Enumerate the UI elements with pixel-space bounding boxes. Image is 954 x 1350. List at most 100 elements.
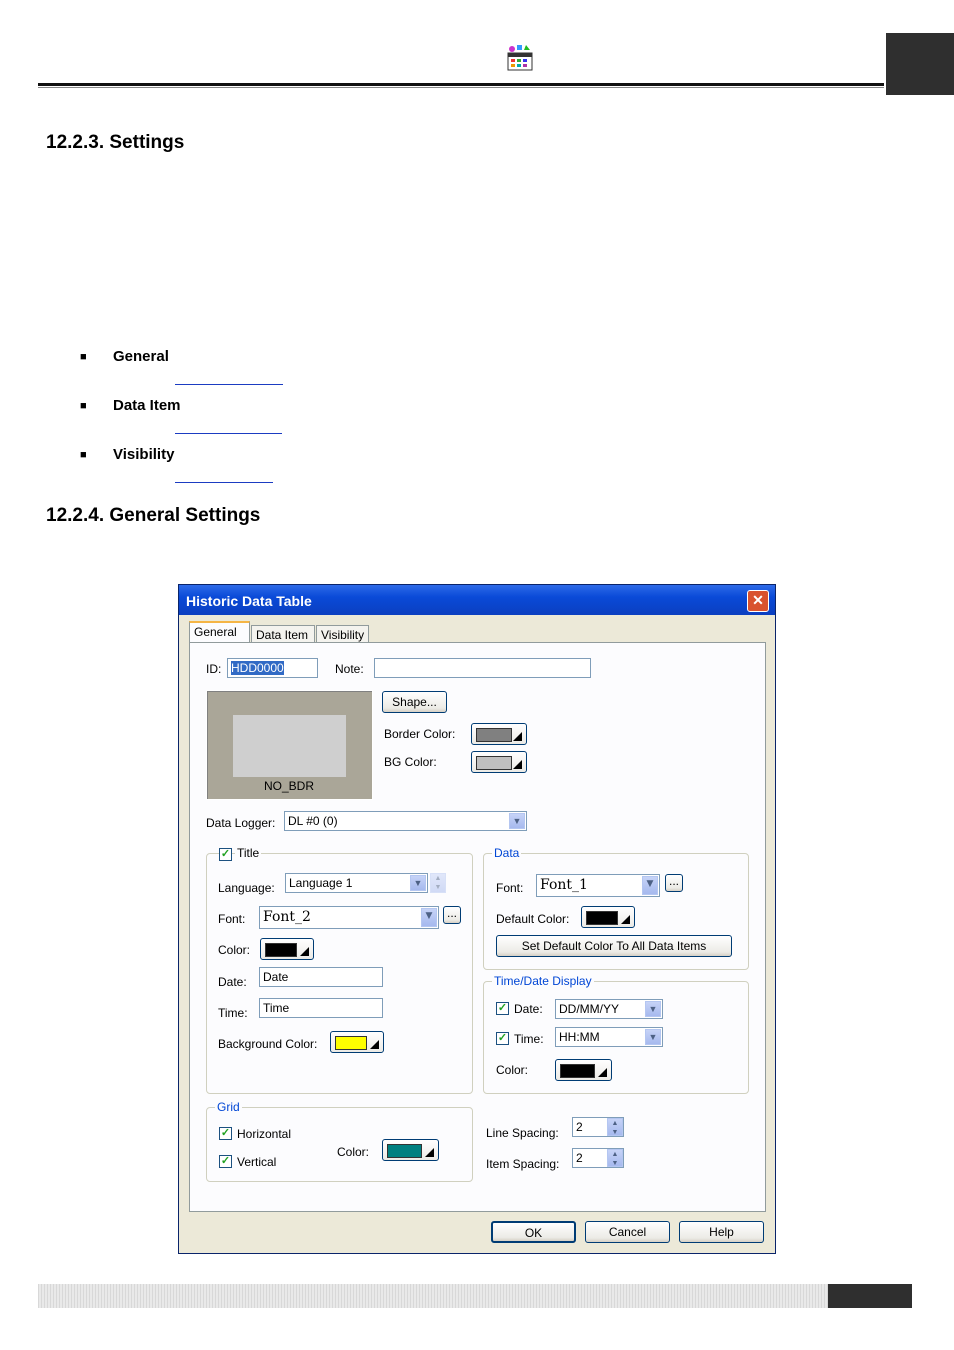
bg-color-swatch: [476, 756, 512, 770]
shape-preview: NO_BDR: [206, 690, 373, 800]
title-font-browse-button[interactable]: ...: [443, 906, 461, 924]
date-display-checkbox[interactable]: ✓: [496, 1002, 509, 1015]
border-color-swatch: [476, 728, 512, 742]
default-color-label: Default Color:: [496, 912, 570, 926]
title-group: ✓ Title Language: Language 1 ▼ ▲ ▼ Font: …: [206, 846, 473, 1094]
link-general[interactable]: [175, 384, 283, 385]
data-font-select[interactable]: Font_1 ▼: [536, 874, 660, 897]
set-default-color-button[interactable]: Set Default Color To All Data Items: [496, 935, 732, 957]
chevron-down-icon: ▼: [645, 1029, 661, 1045]
title-color-label: Color:: [218, 943, 251, 957]
data-logger-select[interactable]: DL #0 (0) ▼: [284, 811, 527, 831]
data-font-browse-button[interactable]: ...: [665, 874, 683, 892]
dropdown-triangle-icon: [425, 1148, 434, 1157]
time-display-label: Time:: [514, 1032, 544, 1046]
dropdown-triangle-icon: [370, 1040, 379, 1049]
time-label: Time:: [218, 1006, 248, 1020]
preview-label: NO_BDR: [264, 779, 315, 793]
time-format-select[interactable]: HH:MM ▼: [555, 1027, 663, 1047]
help-button[interactable]: Help: [679, 1221, 764, 1243]
bullet-visibility: Visibility: [113, 446, 175, 463]
border-color-button[interactable]: [471, 723, 527, 745]
chevron-down-icon: ▼: [645, 1001, 661, 1017]
title-font-label: Font:: [218, 912, 246, 926]
header-tab-block: [886, 33, 954, 95]
time-date-color-button[interactable]: [555, 1059, 612, 1081]
time-display-checkbox[interactable]: ✓: [496, 1032, 509, 1045]
link-data-item[interactable]: [175, 433, 282, 434]
grid-group: Grid ✓ Horizontal ✓ Vertical Color:: [206, 1100, 473, 1182]
title-checkbox[interactable]: ✓: [219, 848, 232, 861]
cancel-button[interactable]: Cancel: [585, 1221, 670, 1243]
chevron-down-icon: ▼: [509, 813, 525, 829]
line-spacing-field[interactable]: 2 ▲ ▼: [572, 1117, 624, 1137]
time-date-group-legend: Time/Date Display: [492, 974, 594, 988]
grid-color-swatch: [387, 1144, 422, 1158]
id-field[interactable]: HDD0000: [227, 658, 318, 678]
chevron-down-icon: ▼: [642, 876, 658, 895]
language-spinner[interactable]: ▲ ▼: [430, 873, 446, 893]
dialog-title: Historic Data Table: [186, 593, 312, 609]
dropdown-triangle-icon: [513, 760, 522, 769]
historic-data-table-dialog: Historic Data Table ✕ General Data Item …: [178, 584, 776, 1254]
date-label: Date:: [218, 975, 247, 989]
item-spacing-label: Item Spacing:: [486, 1157, 560, 1171]
title-bg-color-button[interactable]: [330, 1031, 384, 1053]
data-group-legend: Data: [492, 846, 522, 860]
title-checkbox-label: Title: [235, 846, 262, 860]
title-font-value: Font_2: [263, 909, 311, 925]
date-format-value: DD/MM/YY: [559, 1002, 619, 1016]
footer-page-block: [828, 1284, 912, 1308]
item-spacing-spinner-icon[interactable]: ▲ ▼: [607, 1149, 623, 1167]
date-field[interactable]: Date: [259, 967, 383, 987]
line-spacing-label: Line Spacing:: [486, 1126, 559, 1140]
grid-color-button[interactable]: [382, 1139, 439, 1161]
default-color-swatch: [586, 911, 618, 925]
vertical-label: Vertical: [237, 1155, 277, 1169]
note-field[interactable]: [374, 658, 591, 678]
bg-color-button[interactable]: [471, 751, 527, 773]
time-format-value: HH:MM: [559, 1030, 600, 1044]
chevron-down-icon: ▼: [421, 908, 437, 927]
default-color-button[interactable]: [581, 906, 635, 928]
note-label: Note:: [335, 662, 364, 676]
date-format-select[interactable]: DD/MM/YY ▼: [555, 999, 663, 1019]
item-spacing-value: 2: [576, 1151, 583, 1165]
time-date-color-label: Color:: [496, 1063, 529, 1077]
bullet-icon: ■: [80, 400, 87, 412]
title-color-button[interactable]: [260, 938, 314, 960]
vertical-checkbox[interactable]: ✓: [219, 1155, 232, 1168]
title-font-select[interactable]: Font_2 ▼: [259, 906, 439, 929]
ok-button[interactable]: OK: [491, 1221, 576, 1243]
header-rule: [38, 83, 884, 86]
grid-color-label: Color:: [337, 1145, 370, 1159]
line-spacing-value: 2: [576, 1120, 583, 1134]
horizontal-checkbox[interactable]: ✓: [219, 1127, 232, 1140]
data-font-label: Font:: [496, 881, 524, 895]
item-spacing-field[interactable]: 2 ▲ ▼: [572, 1148, 624, 1168]
language-select[interactable]: Language 1 ▼: [285, 873, 428, 893]
time-field[interactable]: Time: [259, 998, 383, 1018]
bullet-data-item: Data Item: [113, 397, 181, 414]
language-label: Language:: [218, 881, 275, 895]
dropdown-triangle-icon: [598, 1068, 607, 1077]
time-date-color-swatch: [560, 1064, 595, 1078]
chevron-down-icon: ▼: [410, 875, 426, 891]
bullet-icon: ■: [80, 351, 87, 363]
section-title-settings: 12.2.3. Settings: [46, 132, 185, 153]
close-icon[interactable]: ✕: [747, 590, 769, 612]
id-value: HDD0000: [231, 661, 284, 675]
dropdown-triangle-icon: [513, 732, 522, 741]
shape-button[interactable]: Shape...: [382, 691, 447, 713]
dialog-titlebar[interactable]: Historic Data Table ✕: [179, 585, 775, 615]
link-visibility[interactable]: [175, 482, 273, 483]
tab-general[interactable]: General: [189, 621, 250, 643]
bg-color-label: BG Color:: [384, 755, 437, 769]
line-spacing-spinner-icon[interactable]: ▲ ▼: [607, 1118, 623, 1136]
horizontal-label: Horizontal: [237, 1127, 292, 1141]
bullet-icon: ■: [80, 449, 87, 461]
border-color-label: Border Color:: [384, 727, 456, 741]
data-group: Data Font: Font_1 ▼ ... Default Color: S…: [483, 846, 749, 970]
data-logger-value: DL #0 (0): [288, 814, 338, 828]
app-logo-icon: [506, 44, 534, 72]
